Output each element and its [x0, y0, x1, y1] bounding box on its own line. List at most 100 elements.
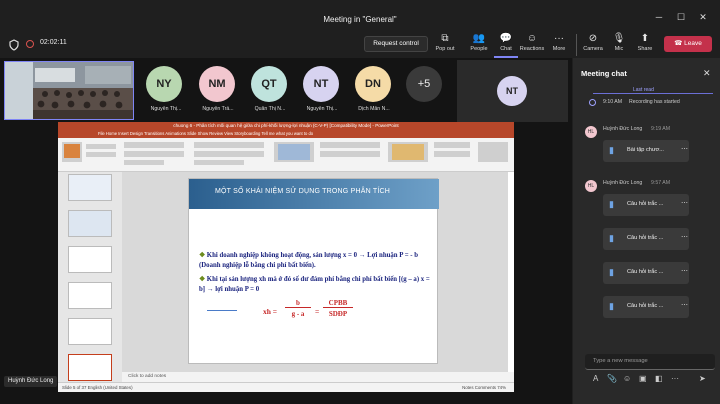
- formula-arrow: [207, 310, 237, 311]
- participant-tile[interactable]: DN: [355, 66, 395, 102]
- bullet-icon: ❖: [199, 276, 207, 283]
- slide-thumbnails[interactable]: [58, 172, 122, 382]
- notes-pane[interactable]: Click to add notes: [122, 372, 514, 382]
- message-sender: Huỳnh Đức Long: [603, 126, 643, 132]
- slide-thumbnail[interactable]: [68, 282, 112, 309]
- participant-tile[interactable]: QT: [251, 66, 291, 102]
- send-icon[interactable]: ➤: [699, 374, 706, 383]
- chat-title: Meeting chat: [581, 69, 627, 78]
- formula-numerator: CPBB: [323, 299, 353, 308]
- more-participants-badge[interactable]: +5: [406, 66, 442, 102]
- sticker-icon[interactable]: ◧: [655, 374, 663, 383]
- sender-avatar: HL: [585, 180, 597, 192]
- leave-button[interactable]: ☎ Leave: [664, 36, 712, 52]
- slide-bullet: ❖ Khi doanh nghiệp không hoạt động, sản …: [199, 251, 431, 271]
- slide-thumbnail[interactable]: [68, 318, 112, 345]
- slide-thumbnail-selected[interactable]: [68, 354, 112, 381]
- chat-label: Chat: [500, 46, 512, 52]
- slide-thumbnail[interactable]: [68, 210, 112, 237]
- formula-equals: =: [315, 307, 320, 316]
- participant-tile[interactable]: NY: [146, 66, 186, 102]
- message-input[interactable]: Type a new message: [585, 354, 715, 370]
- classroom-video-image: [5, 62, 133, 119]
- mic-label: Mic: [614, 46, 624, 52]
- pop-out-icon: ⧉: [441, 33, 449, 44]
- more-options-icon[interactable]: ⋯: [681, 199, 688, 207]
- status-right: Notes Comments 74%: [462, 385, 506, 390]
- message-sender: Huỳnh Đức Long: [603, 180, 643, 186]
- powerpoint-status-bar: Slide 5 of 37 English (United States) No…: [58, 382, 514, 392]
- powerpoint-title: chuong 6 - Phân tích mối quan hệ giữa ch…: [58, 122, 514, 130]
- status-left: Slide 5 of 37 English (United States): [62, 385, 133, 390]
- participant-tile[interactable]: NT: [303, 66, 343, 102]
- participant-name: Dịch Mẫn N...: [358, 106, 390, 112]
- emoji-icon[interactable]: ☺: [623, 374, 631, 383]
- file-name: Bài tập chươ...: [627, 147, 664, 153]
- system-message-text: Recording has started: [629, 99, 680, 105]
- featured-participant-tile[interactable]: NT: [457, 60, 568, 122]
- more-options-icon[interactable]: ⋯: [681, 145, 688, 153]
- last-read-divider: [593, 93, 713, 94]
- self-name-label: Huỳnh Đức Long: [4, 376, 58, 387]
- more-options-icon[interactable]: ⋯: [681, 233, 688, 241]
- more-label: More: [552, 46, 566, 52]
- format-icon[interactable]: A: [593, 374, 598, 383]
- file-attachment[interactable]: ▮ Câu hỏi trắc ... ⋯: [603, 262, 689, 284]
- participant-avatar: NY: [146, 66, 182, 102]
- word-file-icon: ▮: [609, 145, 614, 155]
- toolbar-divider: [576, 34, 577, 56]
- slide-header-band: MỘT SỐ KHÁI NIỆM SỬ DỤNG TRONG PHÂN TÍCH: [189, 179, 439, 209]
- file-name: Câu hỏi trắc ...: [627, 269, 664, 275]
- more-options-icon[interactable]: ⋯: [681, 267, 688, 275]
- people-icon: 👥: [472, 33, 486, 44]
- participant-name: Nguyễn Trầ...: [202, 106, 234, 112]
- reactions-icon: ☺: [526, 33, 538, 44]
- slide-bullet: ❖ Khi tại sản lượng xh mà ở đó số dư đảm…: [199, 275, 431, 295]
- shared-screen[interactable]: chuong 6 - Phân tích mối quan hệ giữa ch…: [58, 122, 514, 392]
- reactions-label: Reactions: [519, 46, 545, 52]
- participant-avatar: DN: [355, 66, 391, 102]
- close-chat-icon[interactable]: ✕: [703, 68, 711, 79]
- powerpoint-tabs: File Home Insert Design Transitions Anim…: [58, 130, 514, 138]
- request-control-button[interactable]: Request control: [364, 36, 428, 52]
- attach-icon[interactable]: 📎: [607, 374, 617, 383]
- powerpoint-ribbon: chuong 6 - Phân tích mối quan hệ giữa ch…: [58, 122, 514, 172]
- participant-avatar: NT: [303, 66, 339, 102]
- maximize-icon[interactable]: ☐: [676, 12, 686, 22]
- minimize-icon[interactable]: ─: [654, 12, 664, 22]
- participant-avatar: NM: [199, 66, 235, 102]
- more-actions-icon[interactable]: ···: [671, 374, 679, 383]
- camera-off-icon: ⊘: [588, 33, 598, 44]
- more-options-icon[interactable]: ⋯: [681, 301, 688, 309]
- participant-tile[interactable]: NM: [199, 66, 239, 102]
- file-attachment[interactable]: ▮ Câu hỏi trắc ... ⋯: [603, 296, 689, 318]
- pop-out-button[interactable]: ⧉ Pop out: [432, 32, 458, 58]
- slide-thumbnail[interactable]: [68, 174, 112, 201]
- file-attachment[interactable]: ▮ Câu hỏi trắc ... ⋯: [603, 194, 689, 216]
- mic-button[interactable]: 🎙 Mic: [608, 32, 630, 58]
- slide-thumbnail[interactable]: [68, 246, 112, 273]
- word-file-icon: ▮: [609, 199, 614, 209]
- file-attachment[interactable]: ▮ Câu hỏi trắc ... ⋯: [603, 228, 689, 250]
- file-name: Câu hỏi trắc ...: [627, 235, 664, 241]
- file-attachment[interactable]: ▮ Bài tập chươ... ⋯: [603, 140, 689, 162]
- slide-editor[interactable]: MỘT SỐ KHÁI NIỆM SỬ DỤNG TRONG PHÂN TÍCH…: [122, 172, 508, 372]
- close-icon[interactable]: ✕: [698, 12, 708, 22]
- meeting-timer: 02:02:11: [40, 39, 67, 46]
- last-read-label: Last read: [629, 87, 658, 93]
- chat-icon: 💬: [499, 33, 513, 44]
- participant-name: Quân Thị N...: [254, 106, 286, 112]
- more-icon: ···: [554, 33, 564, 44]
- bullet-text: Khi tại sản lượng xh mà ở đó số dư đảm p…: [199, 276, 430, 293]
- share-button[interactable]: ⬆ Share: [632, 32, 658, 58]
- people-button[interactable]: 👥 People: [466, 32, 492, 58]
- message-input-placeholder: Type a new message: [593, 358, 648, 364]
- more-button[interactable]: ··· More: [548, 32, 570, 58]
- chat-button[interactable]: 💬 Chat: [494, 32, 518, 58]
- classroom-video-tile[interactable]: [4, 61, 134, 120]
- gif-icon[interactable]: ▣: [639, 374, 647, 383]
- current-slide[interactable]: MỘT SỐ KHÁI NIỆM SỬ DỤNG TRONG PHÂN TÍCH…: [188, 178, 439, 364]
- sender-avatar: HL: [585, 126, 597, 138]
- reactions-button[interactable]: ☺ Reactions: [518, 32, 546, 58]
- camera-button[interactable]: ⊘ Camera: [580, 32, 606, 58]
